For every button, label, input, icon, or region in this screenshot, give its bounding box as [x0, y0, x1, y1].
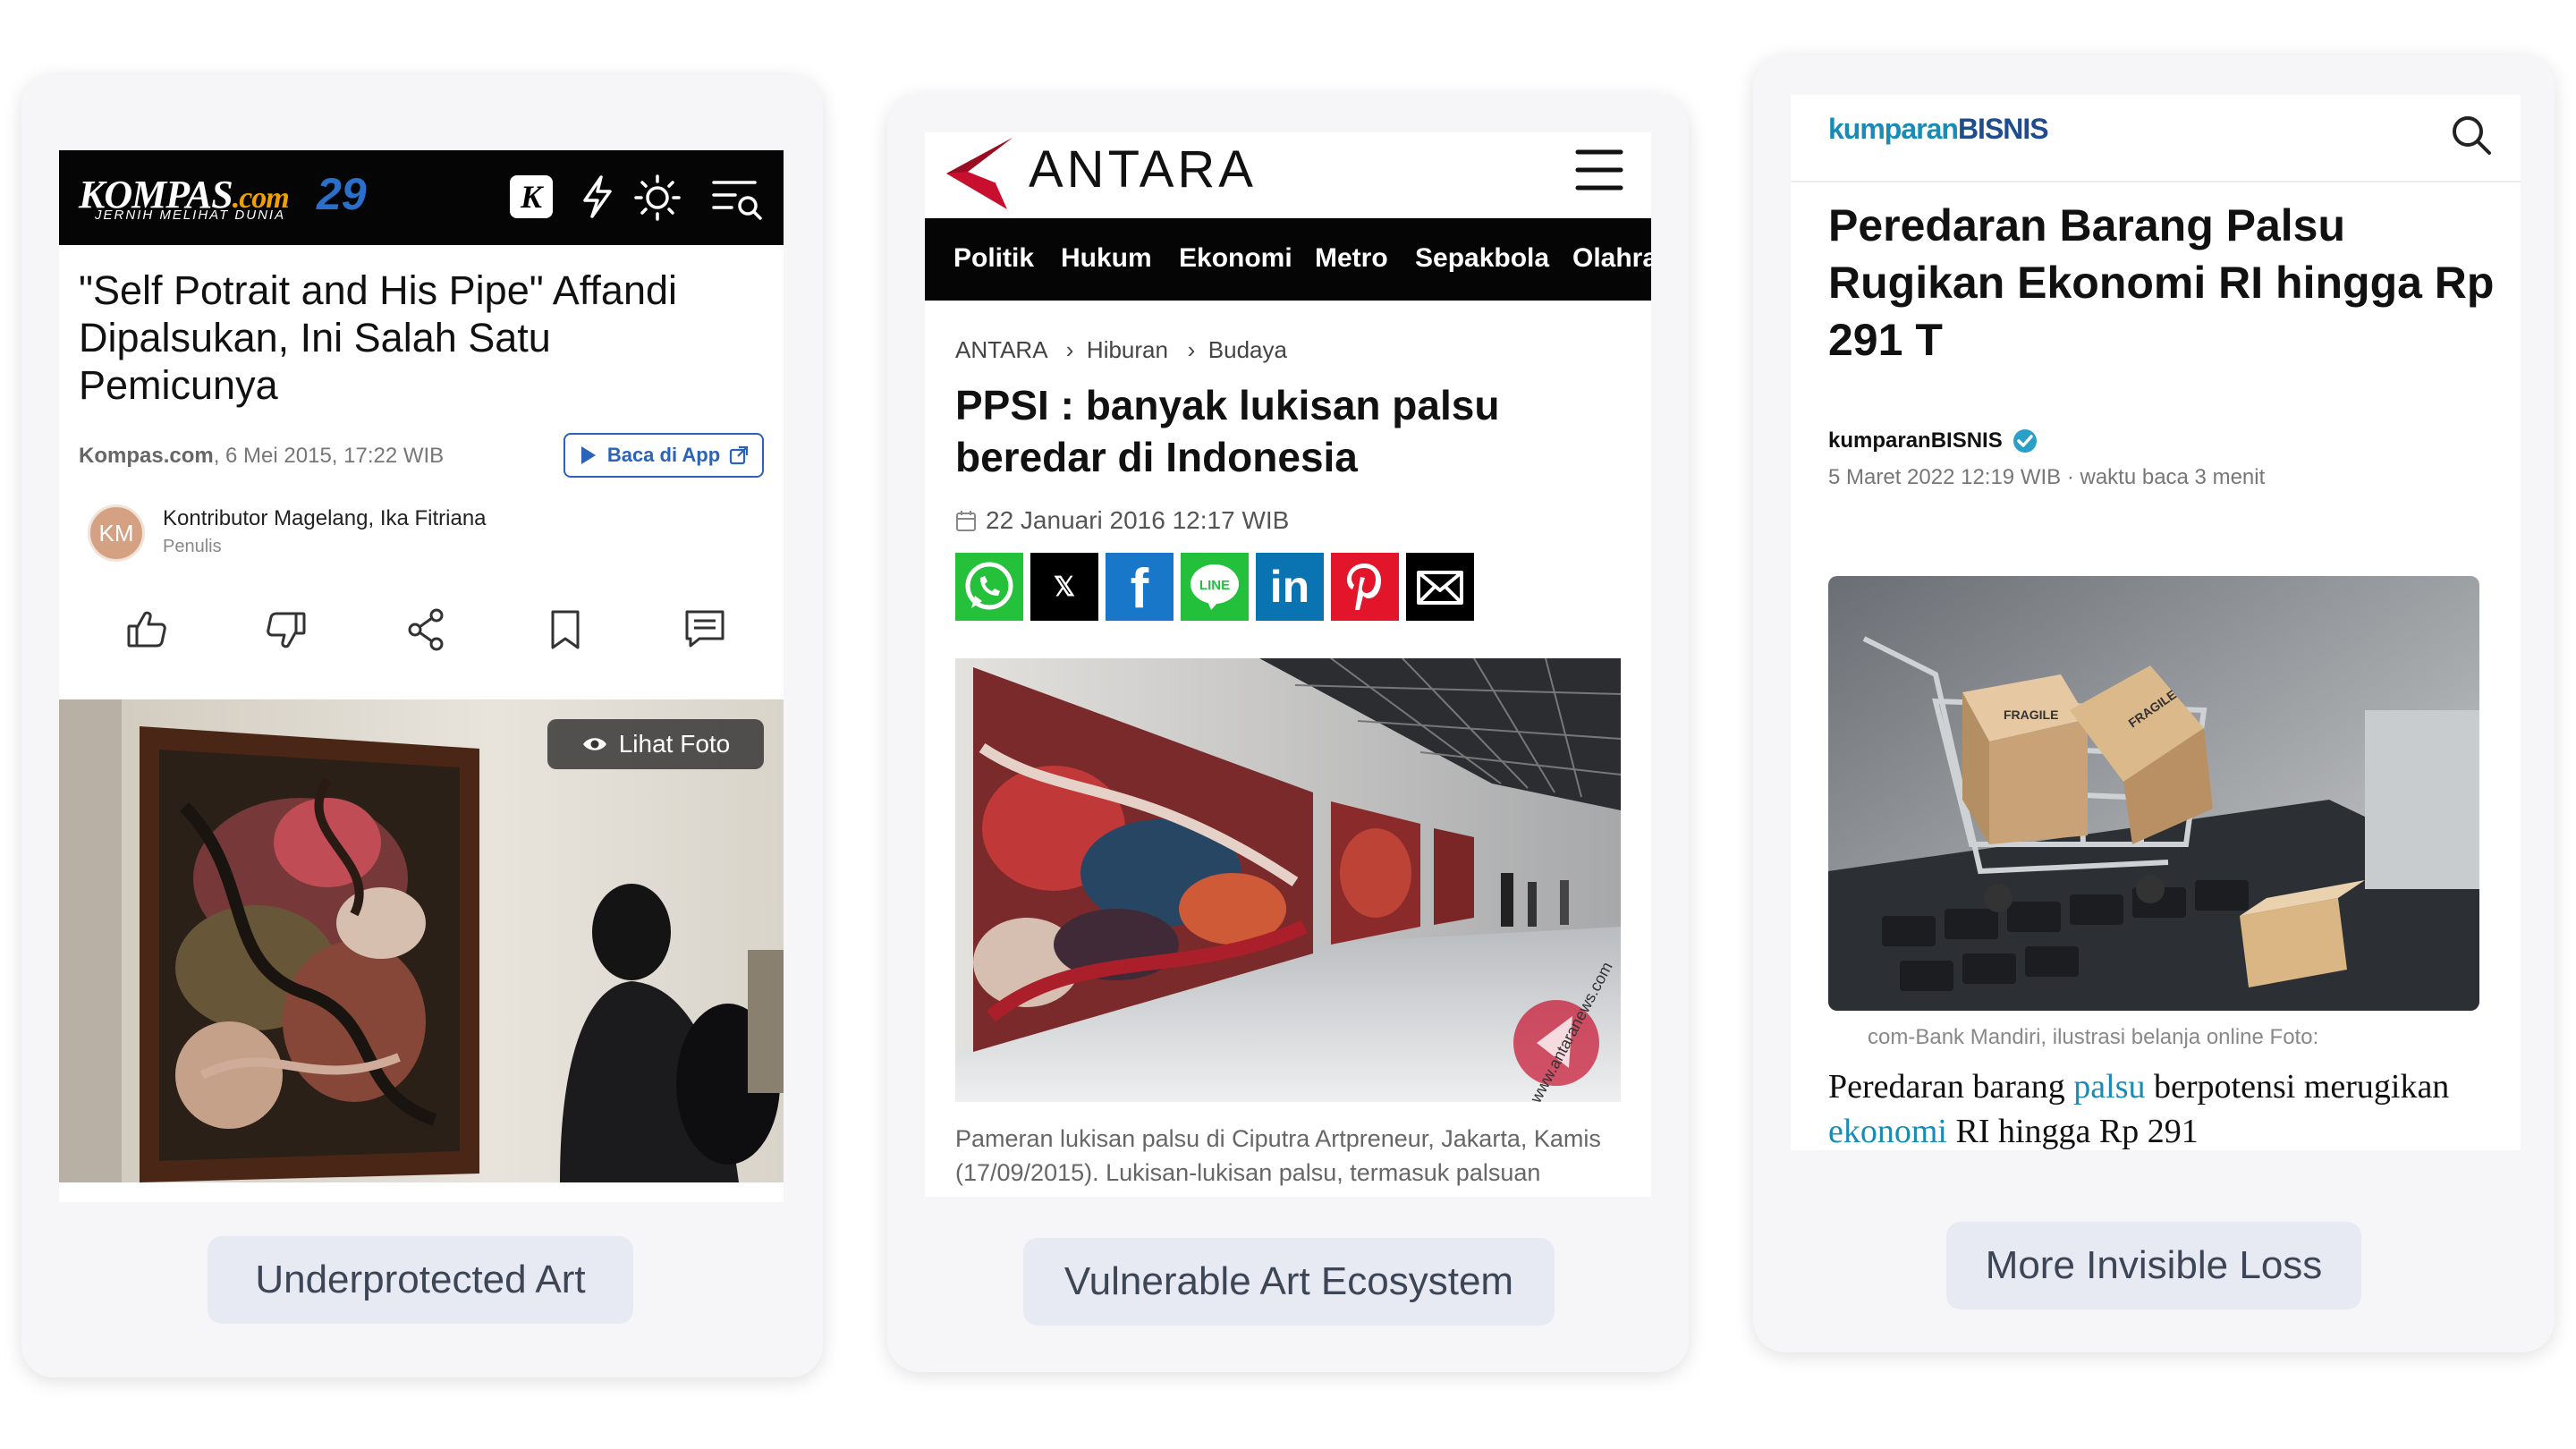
kompas-header: KOMPAS.com 29 JERNIH MELIHAT DUNIA K	[59, 150, 784, 245]
author-row: kumparanBISNIS	[1828, 428, 2038, 454]
menu-search-icon[interactable]	[710, 177, 764, 222]
card-label-underprotected-art: Underprotected Art	[208, 1236, 633, 1324]
header-divider	[1791, 181, 2521, 182]
nav-item-politik[interactable]: Politik	[953, 243, 1034, 274]
card-label-vulnerable-art-ecosystem: Vulnerable Art Ecosystem	[1023, 1238, 1555, 1326]
article-actions	[59, 605, 784, 667]
nav-item-olahraga[interactable]: Olahra	[1572, 243, 1651, 274]
share-icon[interactable]	[402, 605, 453, 655]
kumparan-logo[interactable]: kumparanBISNIS	[1828, 113, 2049, 146]
article-body: Peredaran barang palsu berpotensi merugi…	[1828, 1068, 2450, 1150]
breadcrumb-separator-icon: ›	[1174, 336, 1202, 363]
nav-item-metro[interactable]: Metro	[1315, 243, 1388, 274]
lightning-icon[interactable]	[578, 174, 617, 220]
play-store-icon	[580, 446, 596, 464]
breadcrumb-budaya[interactable]: Budaya	[1208, 336, 1287, 363]
facebook-icon[interactable]: f	[1106, 553, 1174, 621]
article-title: "Self Potrait and His Pipe" Affandi Dipa…	[79, 267, 678, 408]
card-kumparan: kumparanBISNIS Peredaran Barang Palsu Ru…	[1753, 55, 2555, 1352]
publish-date: , 6 Mei 2015, 17:22 WIB	[213, 444, 445, 468]
verified-badge-icon	[2012, 429, 2037, 453]
eye-icon	[582, 738, 606, 750]
anniversary-badge: 29	[317, 169, 367, 219]
line-icon[interactable]: LINE	[1181, 553, 1249, 621]
whatsapp-icon[interactable]	[955, 553, 1023, 621]
antara-logo-text[interactable]: ANTARA	[1029, 140, 1257, 199]
author-role: Penulis	[163, 537, 222, 556]
kumparan-article-screen: kumparanBISNIS Peredaran Barang Palsu Ru…	[1791, 95, 2521, 1150]
avatar[interactable]: KM	[88, 504, 145, 562]
hamburger-menu-icon[interactable]	[1574, 147, 1624, 193]
external-link-icon	[730, 445, 749, 465]
photo-caption: Pameran lukisan palsu di Ciputra Artpren…	[955, 1125, 1601, 1186]
read-in-app-button[interactable]: Baca di App	[564, 433, 764, 478]
nav-item-hukum[interactable]: Hukum	[1061, 243, 1152, 274]
card-kompas: KOMPAS.com 29 JERNIH MELIHAT DUNIA K "Se…	[21, 75, 823, 1377]
article-meta: Kompas.com, 6 Mei 2015, 17:22 WIB	[79, 444, 444, 469]
email-icon[interactable]	[1406, 553, 1474, 621]
k-app-icon[interactable]: K	[510, 175, 553, 218]
link-palsu[interactable]: palsu	[2073, 1068, 2145, 1106]
linkedin-icon[interactable]: in	[1256, 553, 1324, 621]
breadcrumb: ANTARA › Hiburan › Budaya	[955, 336, 1287, 364]
card-antara: ANTARA Politik Hukum Ekonomi Metro Sepak…	[887, 95, 1689, 1372]
category-nav: Politik Hukum Ekonomi Metro Sepakbola Ol…	[925, 218, 1651, 301]
breadcrumb-separator-icon: ›	[1053, 336, 1080, 363]
bookmark-icon[interactable]	[540, 605, 590, 655]
card-label-more-invisible-loss: More Invisible Loss	[1946, 1222, 2361, 1309]
pinterest-icon[interactable]	[1331, 553, 1399, 621]
breadcrumb-home[interactable]: ANTARA	[955, 336, 1046, 363]
article-title: Peredaran Barang Palsu Rugikan Ekonomi R…	[1828, 200, 2495, 365]
article-meta: 5 Maret 2022 12:19 WIB · waktu baca 3 me…	[1828, 465, 2265, 490]
sun-icon[interactable]	[633, 174, 682, 222]
search-icon[interactable]	[2449, 113, 2494, 157]
kompas-tagline: JERNIH MELIHAT DUNIA	[95, 208, 286, 223]
article-photo[interactable]: FRAGILE FRAGILE	[1828, 576, 2479, 1011]
comment-icon[interactable]	[680, 605, 730, 655]
view-photo-button[interactable]: Lihat Foto	[547, 719, 764, 769]
source-name: Kompas.com	[79, 444, 214, 468]
photo-caption: com-Bank Mandiri, ilustrasi belanja onli…	[1868, 1025, 2319, 1049]
view-photo-label: Lihat Foto	[618, 730, 731, 758]
publish-date: 5 Maret 2022 12:19 WIB	[1828, 465, 2062, 489]
nav-item-sepakbola[interactable]: Sepakbola	[1415, 243, 1549, 274]
breadcrumb-hiburan[interactable]: Hiburan	[1087, 336, 1168, 363]
read-in-app-label: Baca di App	[606, 444, 721, 466]
author-name[interactable]: kumparanBISNIS	[1828, 428, 2003, 453]
nav-item-ekonomi[interactable]: Ekonomi	[1179, 243, 1292, 274]
like-icon[interactable]	[122, 605, 172, 655]
article-photo[interactable]	[59, 699, 784, 1182]
author-name[interactable]: Kontributor Magelang, Ika Fitriana	[163, 506, 487, 531]
article-title: PPSI : banyak lukisan palsu beredar di I…	[955, 382, 1500, 480]
article-photo[interactable]: www.antaranews.com	[955, 658, 1621, 1102]
fragile-label: FRAGILE	[2004, 708, 2058, 722]
antara-article-screen: ANTARA Politik Hukum Ekonomi Metro Sepak…	[925, 132, 1651, 1197]
x-icon[interactable]: 𝕏	[1030, 553, 1098, 621]
publish-date: 22 Januari 2016 12:17 WIB	[986, 506, 1290, 534]
kompas-article-screen: KOMPAS.com 29 JERNIH MELIHAT DUNIA K "Se…	[59, 150, 784, 1202]
svg-text:LINE: LINE	[1199, 578, 1230, 593]
read-time: · waktu baca 3 menit	[2061, 465, 2266, 489]
antara-logo-mark[interactable]	[941, 132, 1021, 213]
publish-date-row: 22 Januari 2016 12:17 WIB	[955, 506, 1289, 535]
link-ekonomi[interactable]: ekonomi	[1828, 1113, 1947, 1150]
dislike-icon[interactable]	[261, 605, 311, 655]
calendar-icon	[956, 511, 976, 531]
